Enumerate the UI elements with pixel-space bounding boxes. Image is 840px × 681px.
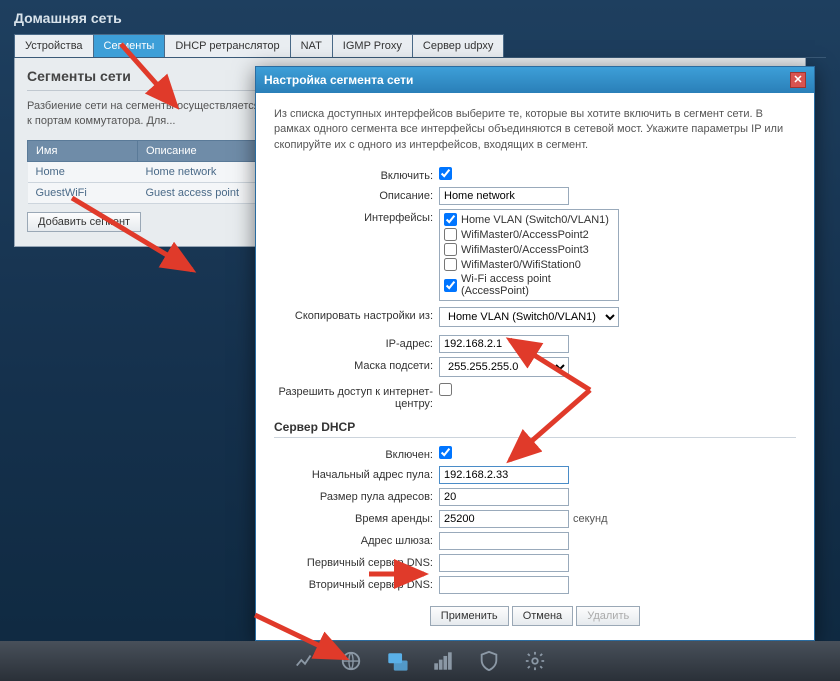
iface-checkbox[interactable] [444, 243, 457, 256]
tabs: Устройства Сегменты DHCP ретранслятор NA… [14, 34, 826, 58]
label-ip: IP-адрес: [274, 335, 439, 350]
label-pool-size: Размер пула адресов: [274, 488, 439, 503]
shield-icon[interactable] [477, 649, 501, 673]
label-dhcp-on: Включен: [274, 446, 439, 461]
ip-input[interactable] [439, 335, 569, 353]
lease-unit: секунд [573, 513, 608, 525]
label-interfaces: Интерфейсы: [274, 209, 439, 224]
dns1-input[interactable] [439, 554, 569, 572]
label-enable: Включить: [274, 167, 439, 182]
tab-segments[interactable]: Сегменты [93, 34, 166, 57]
tab-dhcp-relay[interactable]: DHCP ретранслятор [164, 34, 290, 57]
network-icon[interactable] [385, 649, 409, 673]
label-allow-admin: Разрешить доступ к интернет-центру: [274, 383, 439, 410]
modal-footer: Применить Отмена Удалить [274, 598, 796, 628]
description-input[interactable] [439, 187, 569, 205]
iface-checkbox[interactable] [444, 279, 457, 292]
list-item[interactable]: WifiMaster0/AccessPoint3 [442, 242, 616, 257]
gateway-input[interactable] [439, 532, 569, 550]
modal-header: Настройка сегмента сети ✕ [256, 67, 814, 93]
dhcp-section-heading: Сервер DHCP [274, 420, 796, 438]
globe-icon[interactable] [339, 649, 363, 673]
tab-devices[interactable]: Устройства [14, 34, 94, 57]
list-item[interactable]: WifiMaster0/WifiStation0 [442, 257, 616, 272]
interfaces-list: Home VLAN (Switch0/VLAN1) WifiMaster0/Ac… [439, 209, 619, 301]
tab-igmp[interactable]: IGMP Proxy [332, 34, 413, 57]
allow-admin-checkbox[interactable] [439, 383, 452, 396]
label-description: Описание: [274, 187, 439, 202]
iface-checkbox[interactable] [444, 228, 457, 241]
gear-icon[interactable] [523, 649, 547, 673]
page-title: Домашняя сеть [0, 0, 840, 34]
iface-checkbox[interactable] [444, 258, 457, 271]
modal-title: Настройка сегмента сети [264, 73, 413, 87]
dhcp-on-checkbox[interactable] [439, 446, 452, 459]
chart-icon[interactable] [293, 649, 317, 673]
list-item[interactable]: Home VLAN (Switch0/VLAN1) [442, 212, 616, 227]
tab-udpxy[interactable]: Сервер udpxy [412, 34, 505, 57]
segment-settings-modal: Настройка сегмента сети ✕ Из списка дост… [255, 66, 815, 641]
label-dns1: Первичный сервер DNS: [274, 554, 439, 569]
tab-nat[interactable]: NAT [290, 34, 333, 57]
delete-button: Удалить [576, 606, 640, 626]
enable-checkbox[interactable] [439, 167, 452, 180]
close-icon[interactable]: ✕ [790, 72, 806, 88]
list-item[interactable]: WifiMaster0/AccessPoint2 [442, 227, 616, 242]
dock [0, 641, 840, 681]
add-segment-button[interactable]: Добавить сегмент [27, 212, 141, 232]
list-item[interactable]: Wi-Fi access point (AccessPoint) [442, 272, 616, 298]
dns2-input[interactable] [439, 576, 569, 594]
label-copyfrom: Скопировать настройки из: [274, 307, 439, 322]
pool-start-input[interactable] [439, 466, 569, 484]
label-pool-start: Начальный адрес пула: [274, 466, 439, 481]
apply-button[interactable]: Применить [430, 606, 509, 626]
col-name: Имя [28, 140, 138, 161]
pool-size-input[interactable] [439, 488, 569, 506]
cancel-button[interactable]: Отмена [512, 606, 573, 626]
mask-select[interactable]: 255.255.255.0 [439, 357, 569, 377]
signal-icon[interactable] [431, 649, 455, 673]
iface-checkbox[interactable] [444, 213, 457, 226]
label-dns2: Вторичный сервер DNS: [274, 576, 439, 591]
modal-intro: Из списка доступных интерфейсов выберите… [274, 107, 796, 153]
label-mask: Маска подсети: [274, 357, 439, 372]
copyfrom-select[interactable]: Home VLAN (Switch0/VLAN1) [439, 307, 619, 327]
label-lease: Время аренды: [274, 510, 439, 525]
label-gateway: Адрес шлюза: [274, 532, 439, 547]
lease-input[interactable] [439, 510, 569, 528]
